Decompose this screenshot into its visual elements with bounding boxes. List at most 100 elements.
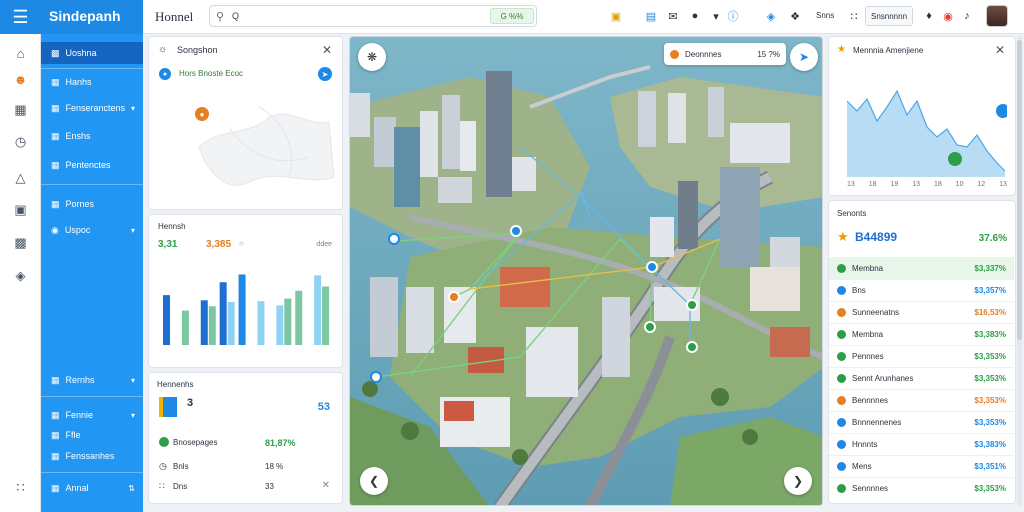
sidebar-item-grid[interactable]: ▦ Annal ⇅ <box>41 477 143 499</box>
status-dot-icon <box>837 330 846 339</box>
navigate-icon[interactable]: ➤ <box>318 67 332 81</box>
map-canvas[interactable] <box>350 37 823 506</box>
message-icon[interactable]: ✉ <box>665 8 681 24</box>
bell-icon[interactable]: ♪ <box>959 8 975 24</box>
map-marker[interactable] <box>686 341 698 353</box>
search-icon: ⚲ <box>216 11 225 23</box>
map-marker[interactable] <box>448 291 460 303</box>
avatar[interactable] <box>986 5 1008 27</box>
calendar-icon[interactable]: ▤ <box>643 8 659 24</box>
close-icon[interactable]: ✕ <box>322 480 330 491</box>
clock-icon[interactable]: ◷ <box>11 132 30 151</box>
list-item-label: Pennnes <box>852 352 884 361</box>
map-prev-button[interactable]: ❮ <box>360 467 388 495</box>
list-item-label: Sunneenatns <box>852 308 900 317</box>
menu-icon[interactable]: ☰ <box>0 0 41 34</box>
grid-icon: ▦ <box>51 482 60 493</box>
table-icon[interactable]: ▦ <box>11 100 30 119</box>
search-subtitle: Hors Bnoste Ecoc <box>179 69 244 78</box>
home-icon[interactable]: ⌂ <box>11 44 30 63</box>
scrollbar-thumb[interactable] <box>1017 40 1022 340</box>
city-map[interactable]: ❋ Deonnnes 15 ?% ➤ ❮ ❯ <box>349 36 823 506</box>
list-item[interactable]: Sennnnes $3,353% <box>829 477 1014 499</box>
map-marker[interactable] <box>686 299 698 311</box>
list-item[interactable]: Membna $3,383% <box>829 323 1014 345</box>
camera-icon[interactable]: ● <box>687 8 703 24</box>
user-icon[interactable]: ☻ <box>11 70 30 89</box>
divider <box>41 184 143 185</box>
close-icon[interactable]: ✕ <box>322 43 332 57</box>
compass-button[interactable]: ➤ <box>790 43 818 71</box>
chevron-down-icon[interactable]: ▾ <box>708 8 724 24</box>
layers-button[interactable]: ❋ <box>358 43 386 71</box>
chat-icon: ☼ <box>158 44 168 55</box>
list-item[interactable]: Bns $3,357% <box>829 279 1014 301</box>
list-item[interactable]: Sennt Arunhanes $3,353% <box>829 367 1014 389</box>
sidebar-item-list[interactable]: ▦ Hanhs <box>41 71 143 93</box>
expand-icon: ⇅ <box>128 483 135 493</box>
list-item[interactable]: Mens $3,351% <box>829 455 1014 477</box>
apps-icon[interactable]: ∷ <box>11 478 30 497</box>
sidebar-item-settings[interactable]: ◉ Uspoc ▾ <box>41 219 143 241</box>
sidebar-item-reports[interactable]: ▦ Fenseranctens ▾ <box>41 97 143 119</box>
x-tick: 19 <box>890 181 899 188</box>
people-icon: ▦ <box>51 198 60 209</box>
list-item[interactable]: Bnnnennenes $3,353% <box>829 411 1014 433</box>
puzzle-icon[interactable]: ♦ <box>921 8 937 24</box>
search-button[interactable]: G %% <box>490 8 534 24</box>
list-item[interactable]: Sunneenatns $16,53% <box>829 301 1014 323</box>
map-marker[interactable] <box>646 261 658 273</box>
list-item[interactable]: Pennnes $3,353% <box>829 345 1014 367</box>
map-marker[interactable] <box>370 371 382 383</box>
map-marker[interactable] <box>388 233 400 245</box>
sidebar-item-people[interactable]: ▦ Pornes <box>41 193 143 215</box>
summary-row-value: 18 % <box>265 462 284 471</box>
trend-panel: ★ Mennnia Amenjiene ✕ 13 18 19 13 18 10 … <box>828 36 1016 196</box>
chart-bar <box>219 282 227 345</box>
scrollbar[interactable] <box>1017 36 1022 506</box>
chevron-down-icon: ▾ <box>130 375 135 385</box>
sidebar-item-label: Fennie <box>65 410 94 420</box>
filter-icon[interactable]: ❖ <box>787 8 803 24</box>
panel-title: Hennenhs <box>157 380 194 389</box>
sidebar-item-dashboard[interactable]: ▩ Uoshna <box>41 42 143 64</box>
layers-icon: ❋ <box>366 50 378 64</box>
grid-icon[interactable]: ∷ <box>846 8 862 24</box>
map-marker[interactable] <box>510 225 522 237</box>
list-item[interactable]: Bennnnes $3,353% <box>829 389 1014 411</box>
warning-icon[interactable]: △ <box>11 168 30 187</box>
x-tick: 13 <box>912 181 920 188</box>
inbox-icon[interactable]: ▣ <box>11 200 30 219</box>
shield-icon[interactable]: ◈ <box>11 266 30 285</box>
sidebar-item-tasks[interactable]: ▦ Enshs <box>41 125 143 147</box>
sidebar-item-bell[interactable]: ▦ Rernhs ▾ <box>41 369 143 391</box>
notification-icon[interactable]: ◉ <box>940 8 956 24</box>
list-item-value: $16,53% <box>974 308 1006 317</box>
list-item[interactable]: Hnnnts $3,383% <box>829 433 1014 455</box>
map-next-button[interactable]: ❯ <box>784 467 812 495</box>
badge-icon[interactable]: ▣ <box>608 8 624 24</box>
sidebar-item-label: Annal <box>65 483 89 493</box>
mini-map[interactable] <box>189 87 339 207</box>
close-icon[interactable]: ✕ <box>995 43 1005 57</box>
top-action-button[interactable]: Snsnnnnn <box>865 6 913 26</box>
sidebar-item-file[interactable]: ▦ Ffle <box>41 424 143 446</box>
pin-icon[interactable]: ● <box>195 107 209 121</box>
list-item-label: Membna <box>852 264 884 273</box>
bell-icon: ▦ <box>51 374 60 385</box>
info-icon[interactable]: ⓘ <box>725 8 741 24</box>
sidebar-item-documents[interactable]: ▦ Pentenctes <box>41 154 143 176</box>
map-marker[interactable] <box>644 321 656 333</box>
chart-bar <box>295 290 303 345</box>
sidebar-item-folder[interactable]: ▦ Fennie ▾ <box>41 404 143 426</box>
map-legend[interactable]: Deonnnes 15 ?% <box>664 43 786 65</box>
shield-icon[interactable]: ◈ <box>763 8 779 24</box>
status-dot-icon <box>837 462 846 471</box>
sidebar-item-archive[interactable]: ▦ Fenssanhes <box>41 445 143 467</box>
divider <box>41 472 143 473</box>
sidebar-item-label: Fenseranctens <box>65 103 126 113</box>
search-input[interactable] <box>232 9 482 23</box>
list-item[interactable]: Membna $3,337% <box>829 257 1014 279</box>
chart-bar <box>227 302 235 345</box>
building-icon[interactable]: ▩ <box>11 233 30 252</box>
